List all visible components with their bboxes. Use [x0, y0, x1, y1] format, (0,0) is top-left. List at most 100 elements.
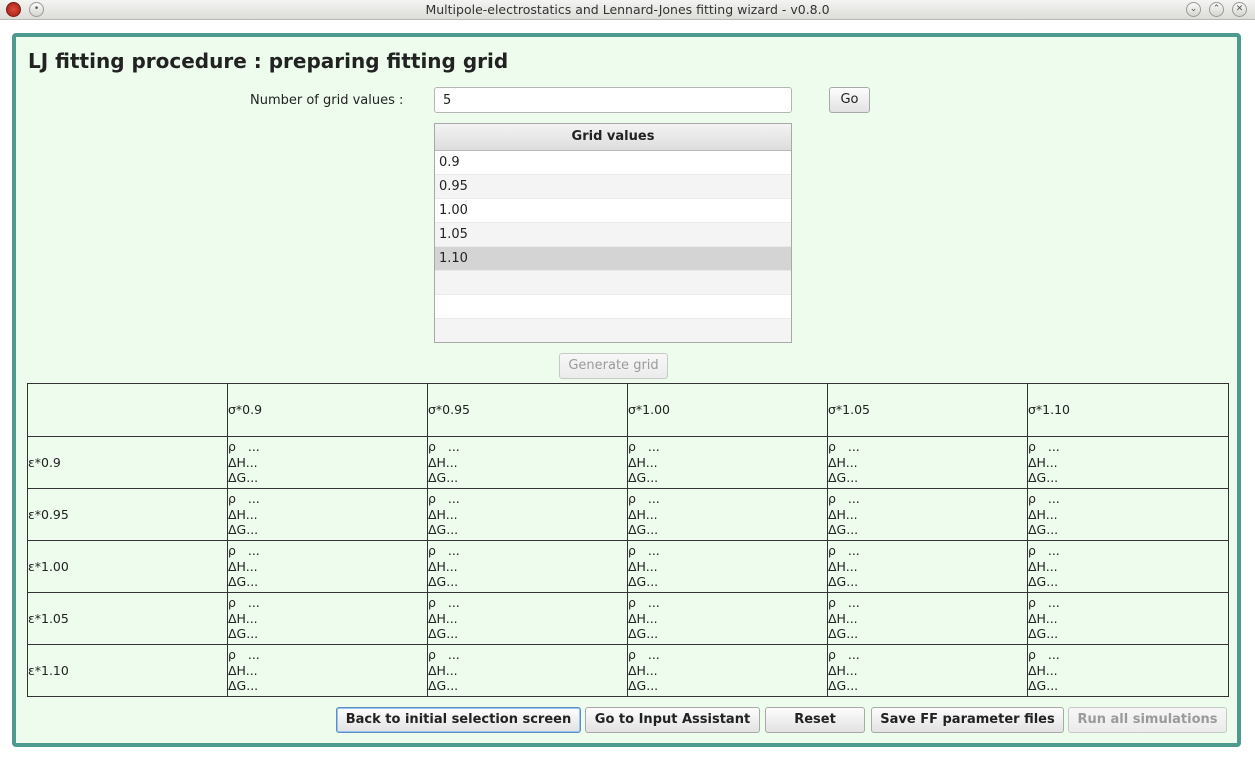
grid-value-row[interactable]: 0.95 [435, 175, 791, 199]
grid-result-line: ΔH... [628, 506, 658, 522]
grid-count-label: Number of grid values : [250, 93, 404, 108]
grid-value-row[interactable] [435, 319, 791, 342]
sigma-column-header: σ*1.05 [827, 383, 1028, 437]
grid-result-line: ρ ... [228, 595, 260, 611]
grid-result-line: ρ ... [428, 647, 460, 663]
grid-result-line: ΔG... [1028, 678, 1059, 694]
go-to-input-assistant-button[interactable]: Go to Input Assistant [585, 707, 760, 733]
go-button[interactable]: Go [829, 87, 870, 113]
grid-result-line: ΔG... [1028, 626, 1059, 642]
grid-result-line: ρ ... [828, 491, 860, 507]
grid-result-line: ΔG... [628, 574, 659, 590]
back-to-initial-selection-button[interactable]: Back to initial selection screen [336, 707, 581, 733]
grid-result-line: ΔG... [428, 470, 459, 486]
grid-result-line: ΔG... [628, 678, 659, 694]
grid-result-line: ΔH... [228, 506, 258, 522]
grid-result-line: ΔG... [428, 626, 459, 642]
grid-result-cell: ρ ... ΔH... ΔG... [1027, 644, 1229, 697]
grid-result-cell: ρ ... ΔH... ΔG... [827, 592, 1028, 645]
grid-result-line: ρ ... [228, 439, 260, 455]
grid-result-cell: ρ ... ΔH... ΔG... [1027, 436, 1229, 489]
grid-result-line: ρ ... [628, 595, 660, 611]
grid-value-row[interactable] [435, 295, 791, 319]
grid-result-line: ΔH... [228, 662, 258, 678]
grid-result-line: ΔH... [228, 610, 258, 626]
grid-value-row[interactable]: 1.05 [435, 223, 791, 247]
grid-result-line: ΔH... [828, 662, 858, 678]
save-ff-parameter-files-button[interactable]: Save FF parameter files [871, 707, 1064, 733]
grid-result-cell: ρ ... ΔH... ΔG... [827, 540, 1028, 593]
grid-result-line: ρ ... [628, 491, 660, 507]
page-title: LJ fitting procedure : preparing fitting… [28, 49, 509, 73]
grid-result-cell: ρ ... ΔH... ΔG... [227, 644, 428, 697]
grid-result-line: ΔG... [828, 574, 859, 590]
grid-result-line: ΔH... [828, 454, 858, 470]
grid-result-cell: ρ ... ΔH... ΔG... [827, 436, 1028, 489]
grid-result-line: ΔH... [628, 454, 658, 470]
grid-result-line: ΔH... [1028, 558, 1058, 574]
grid-table-row: ε*1.00 ρ ... ΔH... ΔG... ρ ... ΔH... ΔG... ρ ..… [27, 540, 1229, 593]
wizard-panel: LJ fitting procedure : preparing fitting… [12, 33, 1241, 747]
grid-table-row: ε*0.9 ρ ... ΔH... ΔG... ρ ... ΔH... ΔG... ρ ...… [27, 436, 1229, 489]
grid-table-row: ε*1.05 ρ ... ΔH... ΔG... ρ ... ΔH... ΔG... ρ ..… [27, 592, 1229, 645]
grid-result-line: ΔH... [428, 662, 458, 678]
minimize-icon[interactable]: ⌄ [1186, 2, 1201, 17]
grid-result-cell: ρ ... ΔH... ΔG... [227, 488, 428, 541]
grid-result-line: ρ ... [228, 491, 260, 507]
sigma-column-header: σ*1.10 [1027, 383, 1229, 437]
grid-result-line: ΔH... [828, 558, 858, 574]
grid-result-line: ΔH... [228, 558, 258, 574]
grid-value-row[interactable]: 1.00 [435, 199, 791, 223]
grid-result-cell: ρ ... ΔH... ΔG... [827, 644, 1028, 697]
epsilon-row-header: ε*1.00 [27, 540, 228, 593]
grid-count-input[interactable] [434, 87, 792, 113]
reset-button[interactable]: Reset [765, 707, 865, 733]
grid-result-line: ρ ... [1028, 543, 1060, 559]
grid-result-line: ρ ... [1028, 595, 1060, 611]
grid-result-line: ΔG... [228, 626, 259, 642]
close-icon[interactable]: ✕ [1232, 2, 1247, 17]
grid-result-cell: ρ ... ΔH... ΔG... [627, 540, 828, 593]
grid-result-line: ΔH... [1028, 506, 1058, 522]
grid-result-line: ΔG... [428, 522, 459, 538]
grid-value-row[interactable]: 1.10 [435, 247, 791, 271]
grid-result-line: ΔG... [628, 470, 659, 486]
grid-result-cell: ρ ... ΔH... ΔG... [1027, 540, 1229, 593]
grid-result-line: ΔG... [1028, 574, 1059, 590]
grid-result-cell: ρ ... ΔH... ΔG... [627, 488, 828, 541]
grid-result-line: ΔG... [828, 626, 859, 642]
grid-result-line: ΔG... [828, 522, 859, 538]
grid-result-cell: ρ ... ΔH... ΔG... [427, 592, 628, 645]
grid-value-row[interactable] [435, 271, 791, 295]
grid-values-table[interactable]: Grid values 0.9 0.95 1.00 1.05 1.10 [434, 123, 792, 343]
grid-result-line: ΔG... [228, 470, 259, 486]
generate-grid-button[interactable]: Generate grid [559, 353, 668, 379]
grid-result-line: ΔG... [228, 574, 259, 590]
grid-result-line: ρ ... [228, 647, 260, 663]
grid-result-line: ρ ... [828, 595, 860, 611]
grid-result-line: ΔH... [628, 610, 658, 626]
maximize-icon[interactable]: ⌃ [1209, 2, 1224, 17]
grid-result-cell: ρ ... ΔH... ΔG... [627, 436, 828, 489]
run-all-simulations-button[interactable]: Run all simulations [1068, 707, 1227, 733]
grid-result-line: ΔG... [628, 522, 659, 538]
grid-result-line: ΔG... [628, 626, 659, 642]
sigma-column-header: σ*0.95 [427, 383, 628, 437]
epsilon-row-header: ε*1.10 [27, 644, 228, 697]
grid-result-cell: ρ ... ΔH... ΔG... [427, 540, 628, 593]
window-titlebar: • Multipole-electrostatics and Lennard-J… [0, 0, 1255, 20]
grid-result-line: ρ ... [828, 439, 860, 455]
grid-result-line: ΔG... [1028, 522, 1059, 538]
grid-result-cell: ρ ... ΔH... ΔG... [627, 644, 828, 697]
grid-result-cell: ρ ... ΔH... ΔG... [627, 592, 828, 645]
grid-result-line: ρ ... [428, 439, 460, 455]
grid-result-line: ρ ... [628, 543, 660, 559]
grid-result-line: ΔH... [1028, 662, 1058, 678]
grid-value-row[interactable]: 0.9 [435, 151, 791, 175]
grid-result-line: ρ ... [1028, 647, 1060, 663]
epsilon-row-header: ε*0.95 [27, 488, 228, 541]
grid-result-line: ΔH... [428, 454, 458, 470]
grid-result-line: ΔG... [428, 574, 459, 590]
grid-result-line: ρ ... [228, 543, 260, 559]
grid-result-line: ΔH... [228, 454, 258, 470]
